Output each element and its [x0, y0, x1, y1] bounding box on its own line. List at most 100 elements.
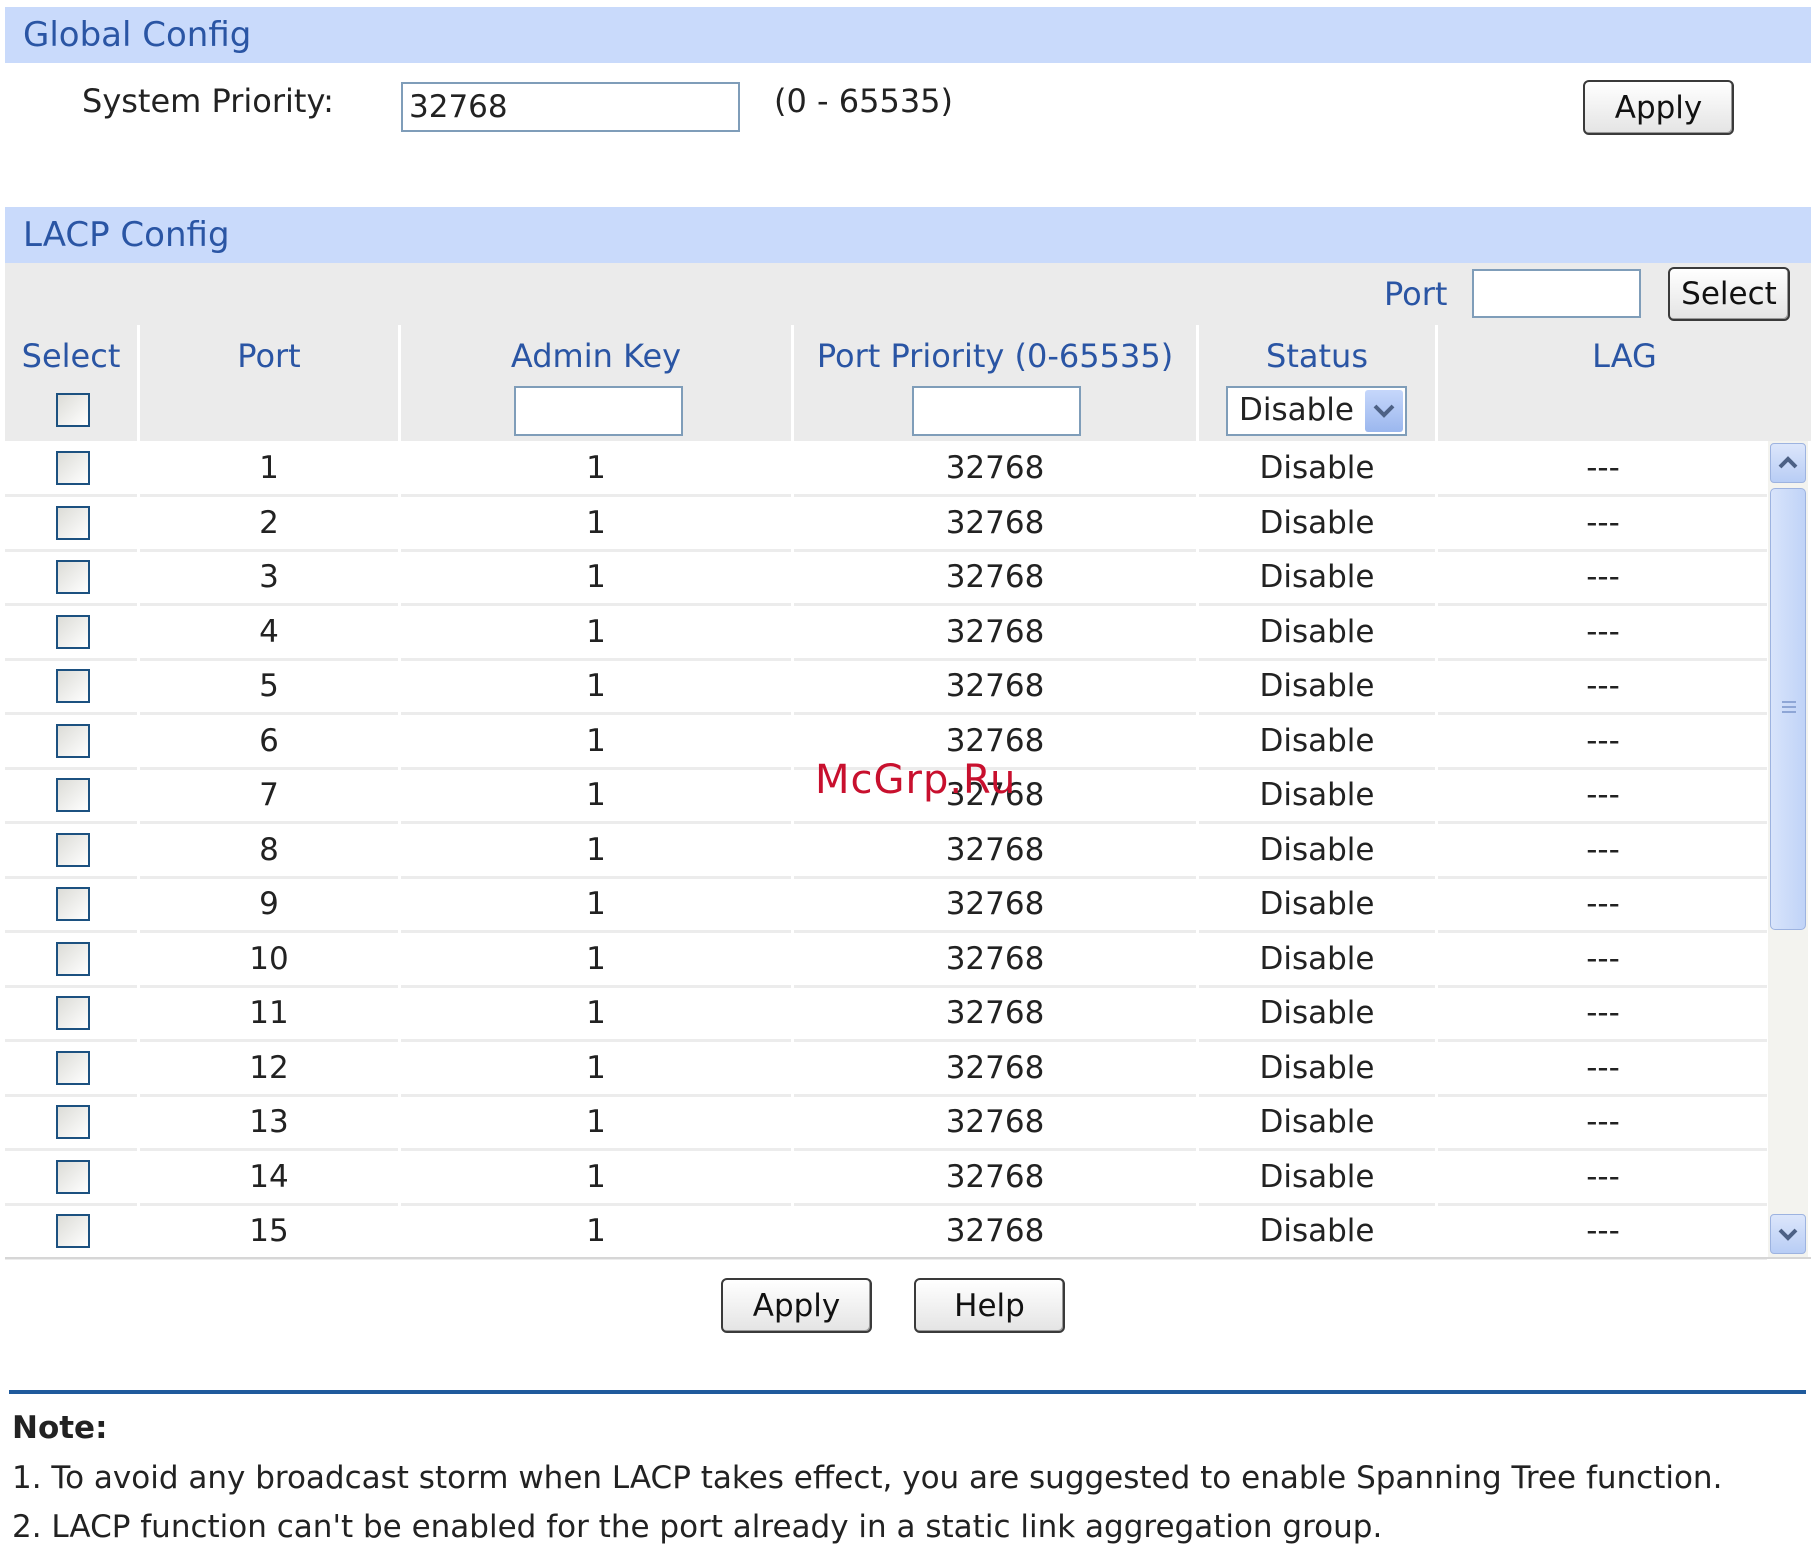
batch-admin-key-input[interactable] [514, 386, 683, 436]
row-select-checkbox[interactable] [56, 1159, 90, 1194]
status-cell: Disable [1259, 1049, 1375, 1086]
row-select-checkbox[interactable] [56, 832, 90, 867]
select-all-checkbox[interactable] [56, 393, 90, 427]
table-row: 4 1 32768 Disable --- [5, 605, 1767, 661]
lag-cell: --- [1586, 450, 1620, 486]
scroll-down-arrow-icon[interactable] [1770, 1214, 1806, 1254]
row-select-checkbox[interactable] [56, 1214, 90, 1248]
col-header-admin-key: Admin Key [510, 337, 682, 375]
port-cell: 12 [249, 1049, 289, 1086]
row-select-checkbox[interactable] [56, 669, 90, 703]
admin-key-cell: 1 [586, 995, 606, 1031]
lacp-apply-button[interactable]: Apply [721, 1278, 872, 1333]
admin-key-cell: 1 [586, 1213, 606, 1249]
global-apply-button[interactable]: Apply [1583, 80, 1734, 135]
batch-status-select[interactable]: Disable [1226, 386, 1407, 436]
lacp-config-title: LACP Config [23, 215, 230, 255]
port-select-button[interactable]: Select [1668, 267, 1790, 321]
row-select-checkbox[interactable] [56, 996, 90, 1030]
port-filter-bar: Port Select [5, 263, 1811, 325]
watermark-text: McGrp.Ru [815, 757, 1017, 803]
port-filter-input[interactable] [1472, 269, 1641, 318]
lag-cell: --- [1586, 559, 1620, 595]
table-row: 14 1 32768 Disable --- [5, 1150, 1767, 1206]
port-priority-cell: 32768 [945, 559, 1045, 595]
lag-cell: --- [1586, 831, 1620, 868]
note-line-1: 1. To avoid any broadcast storm when LAC… [12, 1460, 1723, 1496]
lag-cell: --- [1586, 1158, 1620, 1195]
port-cell: 3 [259, 559, 279, 595]
note-line-2: 2. LACP function can't be enabled for th… [12, 1509, 1383, 1545]
port-cell: 9 [259, 886, 279, 922]
scroll-up-arrow-icon[interactable] [1770, 443, 1806, 483]
lag-cell: --- [1586, 1049, 1620, 1086]
note-divider [9, 1390, 1806, 1394]
table-row: 5 1 32768 Disable --- [5, 659, 1767, 715]
table-row: 13 1 32768 Disable --- [5, 1095, 1767, 1151]
lag-cell: --- [1586, 1213, 1620, 1249]
port-priority-cell: 32768 [945, 940, 1045, 977]
admin-key-cell: 1 [586, 940, 606, 977]
admin-key-cell: 1 [586, 504, 606, 541]
admin-key-cell: 1 [586, 831, 606, 868]
row-select-checkbox[interactable] [56, 614, 90, 649]
column-separator [1196, 325, 1199, 1257]
status-cell: Disable [1259, 613, 1375, 650]
chevron-down-icon[interactable] [1365, 390, 1403, 432]
column-separator [398, 325, 401, 1257]
row-select-checkbox[interactable] [56, 941, 90, 976]
row-select-checkbox[interactable] [56, 778, 90, 812]
lag-cell: --- [1586, 668, 1620, 704]
port-priority-cell: 32768 [945, 1104, 1045, 1140]
row-select-checkbox[interactable] [56, 887, 90, 921]
table-bottom-border [5, 1257, 1811, 1259]
lag-cell: --- [1586, 613, 1620, 650]
table-scrollbar[interactable] [1768, 441, 1808, 1257]
batch-port-priority-input[interactable] [912, 386, 1081, 436]
status-cell: Disable [1259, 886, 1375, 922]
port-priority-cell: 32768 [945, 886, 1045, 922]
port-priority-cell: 32768 [945, 613, 1045, 650]
table-row: 9 1 32768 Disable --- [5, 877, 1767, 933]
table-row: 10 1 32768 Disable --- [5, 932, 1767, 988]
port-cell: 15 [249, 1213, 289, 1249]
status-cell: Disable [1259, 1158, 1375, 1195]
admin-key-cell: 1 [586, 613, 606, 650]
status-cell: Disable [1259, 1104, 1375, 1140]
col-header-port: Port [237, 337, 301, 375]
scroll-thumb[interactable] [1770, 488, 1806, 930]
table-row: 1 1 32768 Disable --- [5, 441, 1767, 497]
table-row: 2 1 32768 Disable --- [5, 496, 1767, 552]
port-priority-cell: 32768 [945, 1213, 1045, 1249]
column-separator [1435, 325, 1438, 1257]
status-cell: Disable [1259, 1213, 1375, 1249]
port-cell: 1 [259, 450, 279, 486]
row-select-checkbox[interactable] [56, 451, 90, 485]
lag-cell: --- [1586, 995, 1620, 1031]
row-select-checkbox[interactable] [56, 1105, 90, 1139]
row-select-checkbox[interactable] [56, 560, 90, 594]
col-header-select: Select [21, 337, 121, 375]
port-cell: 14 [249, 1158, 289, 1195]
row-select-checkbox[interactable] [56, 1050, 90, 1085]
port-priority-cell: 32768 [945, 1158, 1045, 1195]
status-cell: Disable [1259, 940, 1375, 977]
lag-cell: --- [1586, 777, 1620, 813]
admin-key-cell: 1 [586, 1158, 606, 1195]
port-cell: 13 [249, 1104, 289, 1140]
system-priority-input[interactable] [401, 82, 740, 132]
row-select-checkbox[interactable] [56, 505, 90, 540]
row-select-checkbox[interactable] [56, 723, 90, 758]
lag-cell: --- [1586, 940, 1620, 977]
status-cell: Disable [1259, 450, 1375, 486]
lag-cell: --- [1586, 504, 1620, 541]
lag-cell: --- [1586, 722, 1620, 759]
column-separator [137, 325, 140, 1257]
status-cell: Disable [1259, 722, 1375, 759]
port-table-body: 1 1 32768 Disable --- 2 1 32768 Disable --- 3 1 3276… [5, 441, 1767, 1260]
admin-key-cell: 1 [586, 1049, 606, 1086]
help-button[interactable]: Help [914, 1278, 1065, 1333]
port-cell: 2 [259, 504, 279, 541]
port-priority-cell: 32768 [945, 668, 1045, 704]
note-title: Note: [12, 1410, 108, 1446]
